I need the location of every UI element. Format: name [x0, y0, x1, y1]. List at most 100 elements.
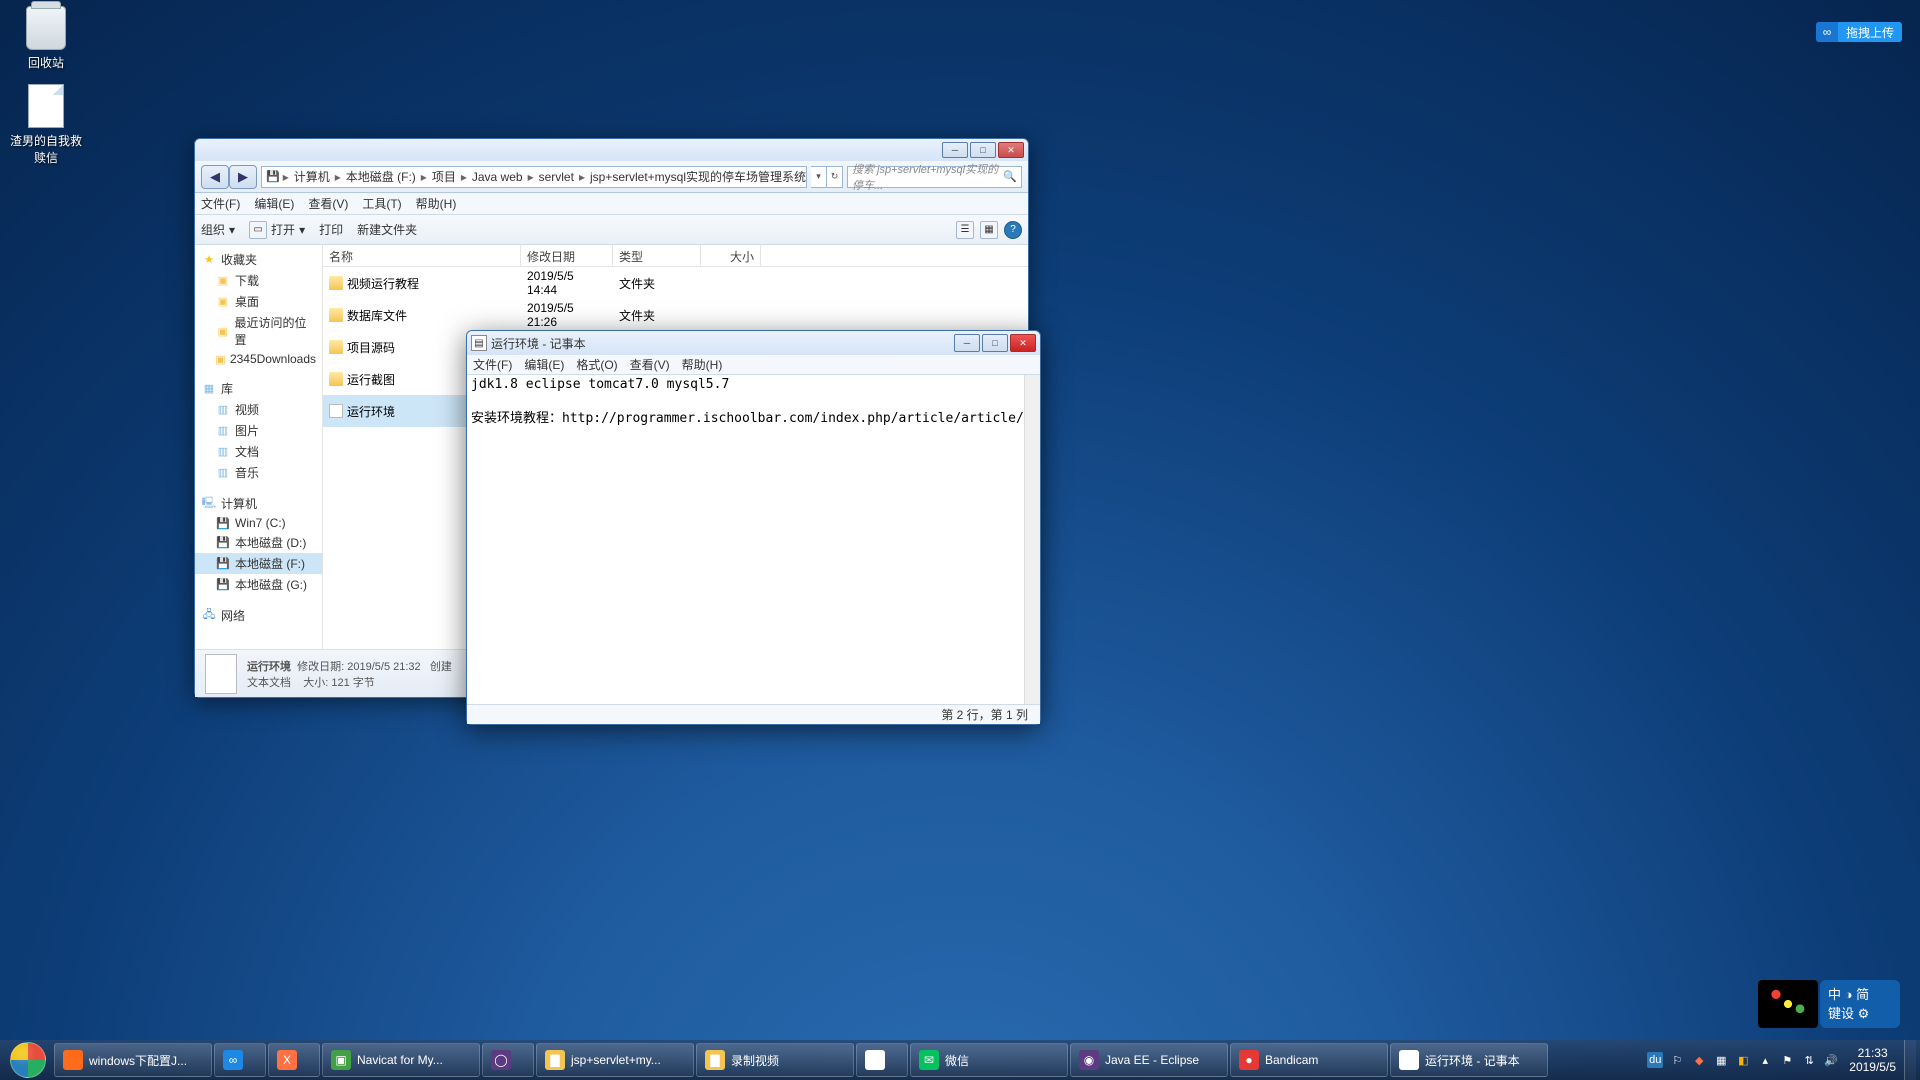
- menu-item[interactable]: 工具(T): [362, 195, 401, 212]
- breadcrumb-segment[interactable]: 计算机: [292, 168, 332, 185]
- sidebar-item[interactable]: ▥文档: [195, 441, 322, 462]
- taskbar-task[interactable]: ▤运行环境 - 记事本: [1390, 1043, 1548, 1077]
- task-icon: ✉: [919, 1050, 939, 1070]
- column-headers[interactable]: 名称 修改日期 类型 大小: [323, 245, 1028, 267]
- toolbar-new-folder[interactable]: 新建文件夹: [357, 221, 417, 238]
- taskbar-task[interactable]: X: [268, 1043, 320, 1077]
- library-item-icon: ▥: [215, 466, 231, 480]
- preview-pane-button[interactable]: ▦: [980, 221, 998, 239]
- sidebar-drive-item[interactable]: 💾Win7 (C:): [195, 514, 322, 532]
- taskbar-task[interactable]: ▇录制视频: [696, 1043, 854, 1077]
- tray-icon[interactable]: du: [1647, 1052, 1663, 1068]
- sidebar-favorites[interactable]: ★收藏夹: [195, 249, 322, 270]
- breadcrumb-segment[interactable]: 本地磁盘 (F:): [344, 168, 418, 185]
- view-options-button[interactable]: ☰: [956, 221, 974, 239]
- minimize-button[interactable]: ─: [942, 142, 968, 158]
- breadcrumb-segment[interactable]: 项目: [430, 168, 458, 185]
- sidebar-item[interactable]: ▣下载: [195, 270, 322, 291]
- menu-item[interactable]: 文件(F): [473, 356, 512, 373]
- taskbar-task[interactable]: ◯: [482, 1043, 534, 1077]
- sidebar-item[interactable]: ▣桌面: [195, 291, 322, 312]
- folder-icon: ▣: [215, 295, 231, 309]
- sidebar-item[interactable]: ▥图片: [195, 420, 322, 441]
- menu-item[interactable]: 格式(O): [576, 356, 617, 373]
- sidebar-item[interactable]: ▥音乐: [195, 462, 322, 483]
- taskbar-task[interactable]: ▣Navicat for My...: [322, 1043, 480, 1077]
- sidebar-drive-item[interactable]: 💾本地磁盘 (F:): [195, 553, 322, 574]
- tray-app-icon[interactable]: ◧: [1735, 1052, 1751, 1068]
- taskbar-task[interactable]: ∞: [214, 1043, 266, 1077]
- toolbar-organize[interactable]: 组织 ▾: [201, 221, 235, 238]
- col-size[interactable]: 大小: [701, 245, 761, 266]
- system-tray[interactable]: du ⚐ ◆ ▦ ◧ ▴ ⚑ ⇅ 🔊 21:33 2019/5/5: [1641, 1046, 1902, 1075]
- breadcrumb-segment[interactable]: Java web: [470, 170, 525, 184]
- tray-action-center-icon[interactable]: ⚑: [1779, 1052, 1795, 1068]
- notepad-scrollbar[interactable]: [1024, 375, 1040, 704]
- breadcrumb[interactable]: 💾▸计算机▸本地磁盘 (F:)▸项目▸Java web▸servlet▸jsp+…: [261, 166, 807, 188]
- show-desktop-button[interactable]: [1904, 1040, 1916, 1080]
- task-icon: ◎: [865, 1050, 885, 1070]
- notepad-textarea[interactable]: [467, 375, 1024, 704]
- breadcrumb-segment[interactable]: jsp+servlet+mysql实现的停车场管理系统: [588, 168, 807, 185]
- taskbar-task[interactable]: windows下配置J...: [54, 1043, 212, 1077]
- maximize-button[interactable]: □: [970, 142, 996, 158]
- sidebar-libraries[interactable]: ▦库: [195, 378, 322, 399]
- sidebar-item[interactable]: ▥视频: [195, 399, 322, 420]
- menu-item[interactable]: 查看(V): [630, 356, 670, 373]
- toolbar-open[interactable]: ▭打开 ▾: [249, 221, 305, 239]
- help-button[interactable]: ?: [1004, 221, 1022, 239]
- menu-item[interactable]: 文件(F): [201, 195, 240, 212]
- tray-shield-icon[interactable]: ◆: [1691, 1052, 1707, 1068]
- tray-wifi-icon[interactable]: ⇅: [1801, 1052, 1817, 1068]
- start-button[interactable]: [4, 1040, 52, 1080]
- menu-item[interactable]: 查看(V): [308, 195, 348, 212]
- tray-volume-icon[interactable]: 🔊: [1823, 1052, 1839, 1068]
- cloud-icon: ∞: [1816, 22, 1838, 42]
- task-icon: X: [277, 1050, 297, 1070]
- explorer-menubar: 文件(F) 编辑(E) 查看(V) 工具(T) 帮助(H): [195, 193, 1028, 215]
- toolbar-print[interactable]: 打印: [319, 221, 343, 238]
- nav-back-button[interactable]: ◀: [201, 165, 229, 189]
- breadcrumb-refresh[interactable]: ↻: [827, 166, 843, 188]
- upload-badge[interactable]: ∞ 拖拽上传: [1816, 22, 1902, 42]
- explorer-titlebar[interactable]: ─ □ ✕: [195, 139, 1028, 161]
- desktop-icon-recycle-bin[interactable]: 回收站: [8, 4, 84, 71]
- taskbar-task[interactable]: ◉Java EE - Eclipse: [1070, 1043, 1228, 1077]
- menu-item[interactable]: 编辑(E): [524, 356, 564, 373]
- library-item-icon: ▥: [215, 445, 231, 459]
- notepad-titlebar[interactable]: ▤ 运行环境 - 记事本 ─ □ ✕: [467, 331, 1040, 355]
- taskbar-task[interactable]: ●Bandicam: [1230, 1043, 1388, 1077]
- sidebar-item[interactable]: ▣2345Downloads: [195, 350, 322, 368]
- breadcrumb-dropdown[interactable]: ▾: [811, 166, 827, 188]
- taskbar-clock[interactable]: 21:33 2019/5/5: [1849, 1046, 1896, 1075]
- np-minimize-button[interactable]: ─: [954, 334, 980, 352]
- col-date[interactable]: 修改日期: [521, 245, 613, 266]
- sidebar-network[interactable]: 🖧网络: [195, 605, 322, 626]
- search-input[interactable]: 搜索 jsp+servlet+mysql实现的停车... 🔍: [847, 166, 1022, 188]
- np-maximize-button[interactable]: □: [982, 334, 1008, 352]
- file-row[interactable]: 数据库文件2019/5/5 21:26文件夹: [323, 299, 1028, 331]
- computer-icon: 🖳: [201, 497, 217, 511]
- sidebar-drive-item[interactable]: 💾本地磁盘 (G:): [195, 574, 322, 595]
- menu-item[interactable]: 编辑(E): [254, 195, 294, 212]
- tray-network-icon[interactable]: ▦: [1713, 1052, 1729, 1068]
- sidebar-item[interactable]: ▣最近访问的位置: [195, 312, 322, 350]
- sidebar-drive-item[interactable]: 💾本地磁盘 (D:): [195, 532, 322, 553]
- col-name[interactable]: 名称: [323, 245, 521, 266]
- np-close-button[interactable]: ✕: [1010, 334, 1036, 352]
- tray-flag-icon[interactable]: ⚐: [1669, 1052, 1685, 1068]
- desktop-icon-document[interactable]: 渣男的自我救赎信: [8, 82, 84, 166]
- col-type[interactable]: 类型: [613, 245, 701, 266]
- nav-forward-button[interactable]: ▶: [229, 165, 257, 189]
- ime-panel[interactable]: 中 ◑ 简 键设 ⚙: [1820, 980, 1900, 1028]
- menu-item[interactable]: 帮助(H): [682, 356, 723, 373]
- tray-chevron-icon[interactable]: ▴: [1757, 1052, 1773, 1068]
- file-row[interactable]: 视频运行教程2019/5/5 14:44文件夹: [323, 267, 1028, 299]
- taskbar-task[interactable]: ▇jsp+servlet+my...: [536, 1043, 694, 1077]
- taskbar-task[interactable]: ✉微信: [910, 1043, 1068, 1077]
- menu-item[interactable]: 帮助(H): [416, 195, 457, 212]
- breadcrumb-segment[interactable]: servlet: [537, 170, 576, 184]
- taskbar-task[interactable]: ◎: [856, 1043, 908, 1077]
- sidebar-computer[interactable]: 🖳计算机: [195, 493, 322, 514]
- close-button[interactable]: ✕: [998, 142, 1024, 158]
